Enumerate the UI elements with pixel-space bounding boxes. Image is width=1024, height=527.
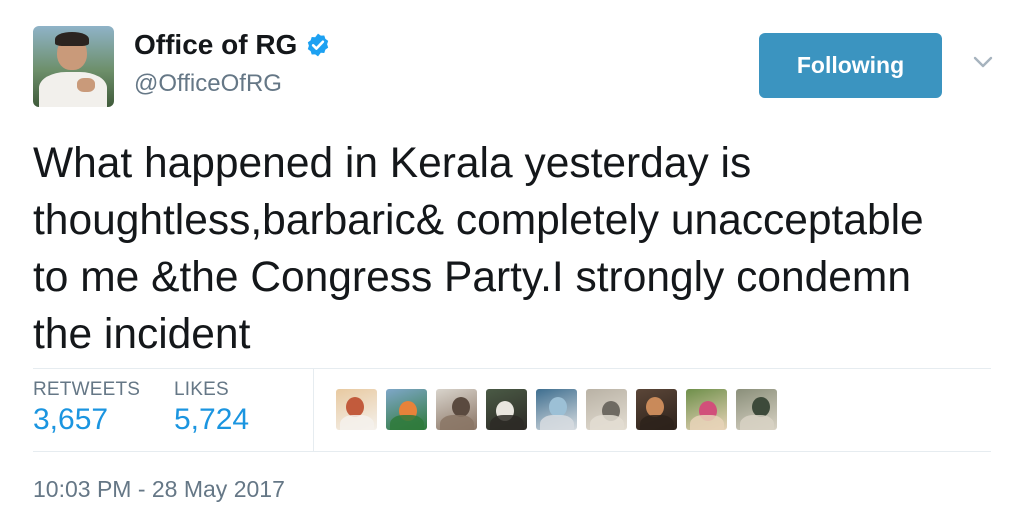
avatar-hair xyxy=(55,32,89,46)
liker-avatar-6[interactable] xyxy=(586,389,627,430)
avatar-shirt xyxy=(39,72,107,107)
stats-divider-bottom xyxy=(33,451,991,452)
stats-separator xyxy=(313,369,314,451)
liker-avatar-9[interactable] xyxy=(736,389,777,430)
author-display-name[interactable]: Office of RG xyxy=(134,29,331,61)
likes-label[interactable]: LIKES xyxy=(174,379,229,401)
display-name-text: Office of RG xyxy=(134,29,298,60)
tweet-timestamp[interactable]: 10:03 PM - 28 May 2017 xyxy=(33,476,285,503)
author-handle[interactable]: @OfficeOfRG xyxy=(134,70,282,98)
retweets-count[interactable]: 3,657 xyxy=(33,403,108,437)
liker-avatar-2[interactable] xyxy=(386,389,427,430)
following-button[interactable]: Following xyxy=(759,33,942,98)
avatar-hand xyxy=(77,78,95,92)
liker-avatars xyxy=(336,389,777,430)
chevron-down-icon[interactable] xyxy=(972,54,994,70)
liker-avatar-5[interactable] xyxy=(536,389,577,430)
liker-avatar-7[interactable] xyxy=(636,389,677,430)
liker-avatar-3[interactable] xyxy=(436,389,477,430)
stats-divider-top xyxy=(33,368,991,369)
liker-avatar-4[interactable] xyxy=(486,389,527,430)
verified-badge-icon xyxy=(308,33,329,57)
tweet-text: What happened in Kerala yesterday is tho… xyxy=(33,140,924,358)
retweets-label[interactable]: RETWEETS xyxy=(33,379,140,401)
liker-avatar-1[interactable] xyxy=(336,389,377,430)
liker-avatar-8[interactable] xyxy=(686,389,727,430)
likes-count[interactable]: 5,724 xyxy=(174,403,249,437)
author-avatar[interactable] xyxy=(33,26,114,107)
